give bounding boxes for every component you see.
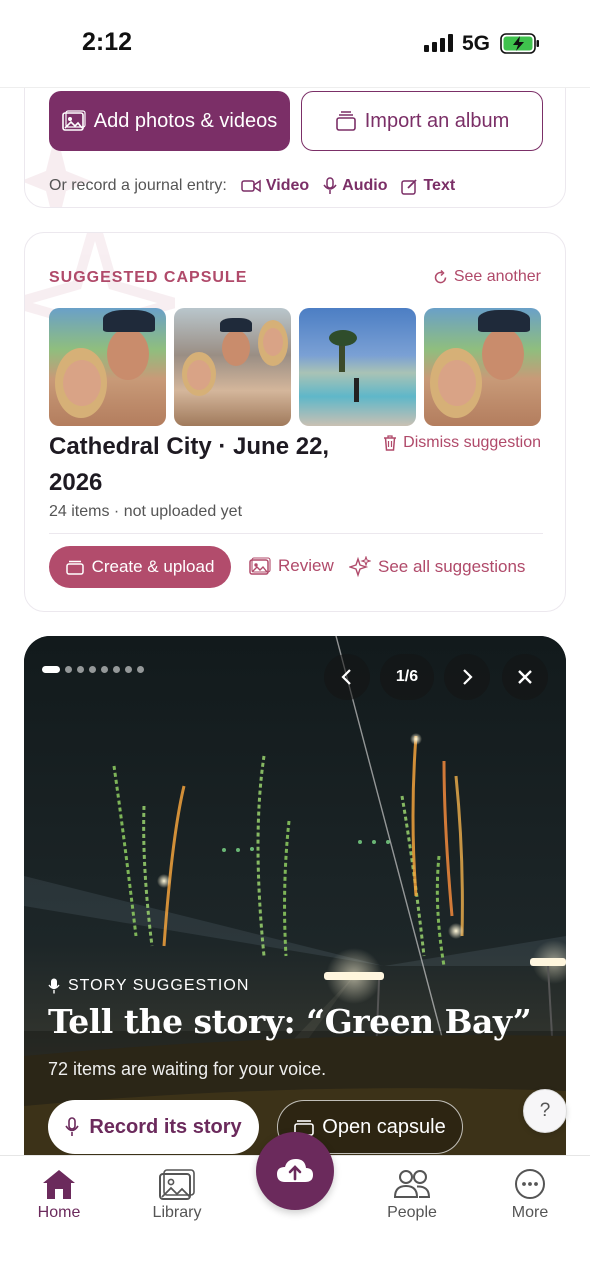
story-subtitle: 72 items are waiting for your voice. [48, 1059, 327, 1079]
story-suggestion-label: STORY SUGGESTION [48, 977, 249, 995]
slide-dot [89, 666, 96, 673]
capsule-thumbnail[interactable] [174, 308, 291, 426]
add-photos-videos-button[interactable]: Add photos & videos [49, 91, 290, 151]
capsule-title: Cathedral City · June 22, 2026 [49, 433, 330, 496]
story-title: Tell the story: “Green Bay” [48, 1002, 532, 1041]
write-text-link[interactable]: Text [401, 177, 455, 195]
microphone-icon [323, 177, 337, 194]
nav-label-library: Library [152, 1204, 202, 1221]
story-suggestion-card[interactable]: 1/6 STORY SUGGESTION Tell the story: “Gr… [24, 636, 566, 1196]
suggested-capsule-card: SUGGESTED CAPSULE See another Cathedral … [24, 232, 566, 612]
audio-label: Audio [342, 177, 388, 194]
nav-label-more: More [511, 1204, 549, 1221]
next-story-button[interactable] [444, 654, 490, 700]
add-photos-label: Add photos & videos [93, 109, 278, 132]
record-story-button[interactable]: Record its story [48, 1100, 259, 1154]
slide-indicator [42, 666, 144, 673]
signal-icon [424, 34, 453, 52]
suggested-capsule-label: SUGGESTED CAPSULE [49, 269, 248, 286]
capsule-thumbnail[interactable] [424, 308, 541, 426]
capsule-thumbnail[interactable] [299, 308, 416, 426]
photo-icon [249, 557, 271, 575]
slide-dot [42, 666, 60, 673]
close-story-button[interactable] [502, 654, 548, 700]
sparkles-icon [349, 556, 371, 578]
review-label: Review [278, 556, 334, 575]
story-page-indicator: 1/6 [380, 654, 434, 700]
nav-item-more[interactable]: More [480, 1168, 580, 1222]
slide-dot [125, 666, 132, 673]
home-icon [43, 1170, 75, 1199]
upload-button[interactable] [256, 1132, 334, 1210]
dismiss-label: Dismiss suggestion [403, 434, 541, 451]
video-label: Video [265, 177, 310, 194]
video-icon [241, 179, 261, 193]
more-icon [515, 1169, 545, 1199]
chevron-right-icon [463, 669, 473, 685]
battery-charging-icon [500, 33, 539, 54]
microphone-icon [65, 1117, 80, 1136]
status-bar: 2:12 5G [0, 0, 590, 88]
review-button[interactable]: Review [249, 556, 334, 576]
microphone-icon [48, 978, 60, 994]
import-album-label: Import an album [364, 109, 510, 132]
photo-icon [61, 110, 86, 131]
capsule-thumbnails [49, 308, 541, 426]
import-album-button[interactable]: Import an album [301, 91, 543, 151]
see-all-label: See all suggestions [378, 557, 526, 576]
chevron-left-icon [341, 669, 351, 685]
slide-dot [113, 666, 120, 673]
nav-label-home: Home [37, 1204, 81, 1221]
slide-dot [137, 666, 144, 673]
capsule-thumbnail[interactable] [49, 308, 166, 426]
record-audio-link[interactable]: Audio [323, 177, 387, 195]
see-another-label: See another [453, 268, 541, 285]
story-label-text: STORY SUGGESTION [68, 977, 250, 994]
close-icon [518, 670, 532, 684]
status-time: 2:12 [82, 28, 133, 56]
album-icon [335, 111, 356, 131]
nav-item-library[interactable]: Library [127, 1168, 227, 1222]
nav-item-home[interactable]: Home [9, 1168, 109, 1222]
people-icon [393, 1170, 431, 1198]
library-icon [159, 1169, 195, 1200]
dismiss-suggestion-button[interactable]: Dismiss suggestion [383, 434, 541, 452]
record-video-link[interactable]: Video [241, 177, 309, 195]
network-type: 5G [462, 32, 491, 55]
cloud-upload-icon [277, 1159, 313, 1182]
create-upload-button[interactable]: Create & upload [49, 546, 231, 588]
open-capsule-label: Open capsule [322, 1115, 446, 1138]
previous-story-button[interactable] [324, 654, 370, 700]
record-story-label: Record its story [89, 1115, 242, 1138]
nav-item-people[interactable]: People [362, 1168, 462, 1222]
see-all-suggestions-button[interactable]: See all suggestions [349, 556, 525, 578]
refresh-icon [434, 269, 447, 283]
create-upload-label: Create & upload [91, 557, 215, 576]
see-another-button[interactable]: See another [433, 268, 541, 286]
journal-entry-row: Or record a journal entry: Video Audio T… [49, 177, 455, 195]
divider [49, 533, 543, 534]
slide-dot [65, 666, 72, 673]
slide-dot [77, 666, 84, 673]
help-button[interactable]: ? [523, 1089, 567, 1133]
trash-icon [384, 435, 397, 451]
text-label: Text [423, 177, 456, 194]
edit-icon [401, 178, 418, 195]
journal-prompt: Or record a journal entry: [49, 177, 227, 194]
album-icon [65, 560, 84, 575]
slide-dot [101, 666, 108, 673]
nav-label-people: People [387, 1204, 437, 1221]
capsule-subtitle: 24 items · not uploaded yet [49, 503, 243, 520]
